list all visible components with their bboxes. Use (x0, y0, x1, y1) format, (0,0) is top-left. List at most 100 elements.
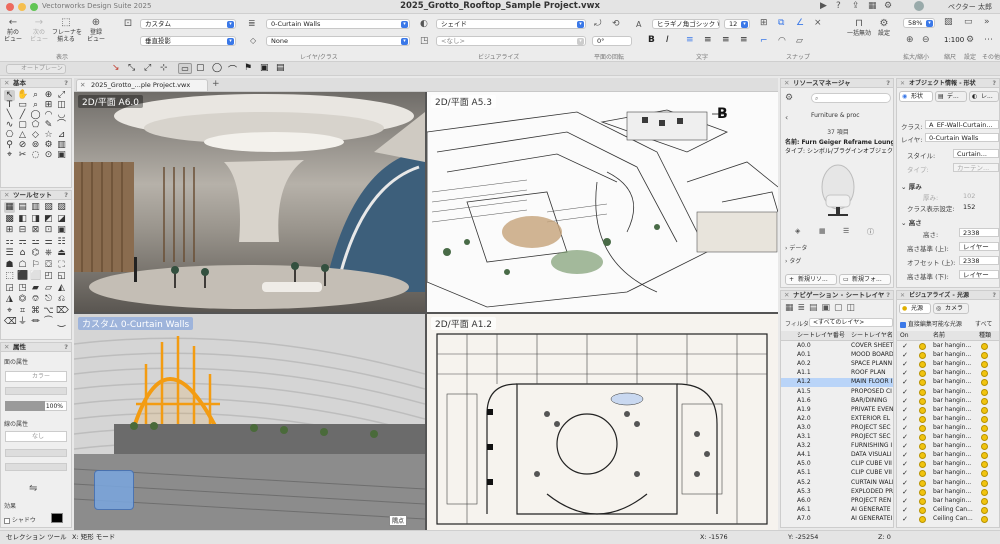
door-tool-icon[interactable]: ▤ (17, 202, 28, 213)
sheet-layer-row[interactable]: A0.2 SPACE PLANN (781, 360, 893, 369)
window-tool-icon[interactable]: ▥ (30, 202, 41, 213)
tab-render[interactable]: ◐ レ... (969, 91, 999, 102)
del-tool-icon[interactable]: ⌦ (56, 306, 69, 317)
height-section[interactable]: ⌄ 高さ (901, 217, 922, 227)
light-row[interactable]: ✓ bar hangin... (897, 360, 999, 369)
close-icon[interactable]: ✕ (4, 191, 9, 200)
data-section-toggle[interactable]: › データ (785, 243, 807, 252)
light-row[interactable]: ✓ bar hangin... (897, 388, 999, 397)
benzene-tool-icon[interactable]: ⏣ (17, 294, 28, 305)
black-tool-icon[interactable]: ⬛ (17, 271, 28, 282)
sheet-layer-row[interactable]: A7.0 AI GENERATEI (781, 515, 893, 524)
quad2-tool-icon[interactable]: ◱ (56, 271, 67, 282)
navigation-tab-icons[interactable]: ▦≣▤▣▢◫ (785, 303, 859, 313)
light-on-checkmark-icon[interactable]: ✓ (901, 479, 909, 488)
preferences-mode-icon[interactable]: ▤ (276, 63, 285, 73)
light-row[interactable]: ✓ bar hangin... (897, 479, 999, 488)
target-tool-icon[interactable]: ⌖ (4, 306, 15, 317)
offset-top-field[interactable]: 2338 (959, 256, 999, 265)
col-header-name[interactable]: シートレイヤ名 (851, 331, 893, 341)
register-view-button[interactable]: ⊕ 登録 ビュー (86, 17, 106, 43)
close-icon[interactable]: ✕ (4, 343, 9, 352)
gear-icon[interactable]: ⚙ (785, 93, 793, 103)
help-icon[interactable]: ? (886, 291, 890, 300)
align-justify-button[interactable]: ≡ (740, 35, 748, 45)
avatar[interactable] (914, 1, 924, 11)
plane-rotation-icon[interactable]: ⤾ (594, 19, 602, 29)
align-center-button[interactable]: ≡ (704, 35, 712, 45)
snap-grid-icon[interactable]: ⊞ (760, 18, 768, 28)
help-icon[interactable]: ? (993, 79, 996, 88)
other-icon[interactable]: ⋯ (984, 35, 993, 45)
light-on-checkmark-icon[interactable]: ✓ (901, 442, 909, 451)
col-header-type[interactable]: 種類 (979, 331, 991, 341)
arrowhead-icon[interactable]: ⇋ (29, 483, 37, 494)
ceiling-tool-icon[interactable]: ⊟ (17, 225, 28, 236)
light-row[interactable]: ✓ bar hangin... (897, 451, 999, 460)
close-tab-icon[interactable]: ✕ (80, 80, 85, 91)
elevation-tool-icon[interactable]: ⚌ (43, 237, 54, 248)
viewport-divider-horizontal[interactable] (74, 312, 778, 314)
layer-field[interactable]: 0-Curtain Walls (925, 133, 999, 142)
column-tool-icon[interactable]: ◧ (17, 214, 28, 225)
screen-mode-icon[interactable]: ▣ (260, 63, 269, 73)
resource-search-input[interactable]: ⌕ (811, 93, 891, 103)
camera-tool-icon[interactable]: ⚎ (17, 237, 28, 248)
settings-gear-icon[interactable]: ⚙ (966, 35, 974, 45)
list-view-icon[interactable]: ☰ (843, 227, 849, 235)
sheet-layer-row[interactable]: A5.0 CLIP CUBE VII (781, 460, 893, 469)
point-tool-icon[interactable]: ⊙ (43, 150, 54, 161)
flag-tool-icon[interactable]: ⚐ (30, 260, 41, 271)
help-icon[interactable]: ? (886, 79, 890, 88)
light-row[interactable]: ✓ bar hangin... (897, 378, 999, 387)
light-row[interactable]: ✓ bar hangin... (897, 497, 999, 506)
white-tool-icon[interactable]: ⬜ (30, 271, 41, 282)
sheet-layer-row[interactable]: A1.1 ROOF PLAN (781, 369, 893, 378)
option-tool-icon[interactable]: ⌥ (43, 306, 54, 317)
line-weight-swatch[interactable] (5, 463, 67, 471)
crosshair-tool-icon[interactable]: ⌖ (4, 150, 15, 161)
delete-tool-icon[interactable]: ⎌ (56, 294, 67, 305)
square-tool-icon[interactable]: ⛋ (43, 260, 54, 271)
share-icon[interactable]: ⇪ (852, 1, 860, 11)
viewport-floor-plan[interactable]: 2D/平面 A1.2 (427, 314, 778, 530)
plant-tool-icon[interactable]: ⊡ (43, 225, 54, 236)
dimension-tool-icon[interactable]: ☰ (4, 248, 15, 259)
show-all-toggle[interactable]: すべて (975, 319, 992, 328)
furniture-tool-icon[interactable]: ⊠ (30, 225, 41, 236)
light-on-checkmark-icon[interactable]: ✓ (901, 378, 909, 387)
light-row[interactable]: ✓ bar hangin... (897, 469, 999, 478)
close-icon[interactable]: ✕ (4, 79, 9, 88)
transform-mode-icon[interactable]: ⤢ (144, 63, 151, 73)
lounge-chair-preview[interactable] (813, 159, 863, 219)
line-color-swatch[interactable] (5, 449, 67, 457)
sheet-layer-row[interactable]: A1.5 PROPOSED CI (781, 388, 893, 397)
snap-object-icon[interactable]: ⧉ (778, 18, 784, 28)
eject-tool-icon[interactable]: ⏏ (56, 248, 67, 259)
back-icon[interactable]: ‹ (785, 113, 788, 122)
font-size-dropdown[interactable]: 12 ▾ (724, 19, 750, 29)
class-dropdown[interactable]: カスタム ▾ (140, 19, 236, 29)
sheet-layer-row[interactable]: A2.0 EXTERIOR EL (781, 415, 893, 424)
viewport-curtain-wall[interactable]: カスタム 0-Curtain Walls 隅点 (74, 314, 425, 530)
drawing-area[interactable]: 2D/平面 A6.0 2D/平面 A5.3 B カスタム 0-Curtain W… (74, 92, 778, 530)
tab-shape[interactable]: ◉ 形状 (899, 91, 933, 102)
tri2-tool-icon[interactable]: ◮ (4, 294, 15, 305)
selection-mode-icon[interactable]: ↘ (112, 63, 120, 73)
light-on-checkmark-icon[interactable]: ✓ (901, 406, 909, 415)
quad4-tool-icon[interactable]: ◳ (17, 283, 28, 294)
page-icon[interactable]: ▭ (964, 17, 973, 27)
polygon-mode-icon[interactable]: ▢ (196, 63, 205, 73)
sheet-layer-row[interactable]: A0.1 MOOD BOARD (781, 351, 893, 360)
symbol-icon[interactable]: ◈ (795, 227, 800, 235)
close-icon[interactable]: ✕ (900, 291, 905, 300)
sheet-layer-row[interactable]: A1.6 BAR/DINING (781, 397, 893, 406)
bar-tool-icon[interactable]: ▰ (30, 283, 41, 294)
viewport-render-lounge[interactable]: 2D/平面 A6.0 (74, 92, 425, 312)
shadow-color-swatch[interactable] (51, 513, 63, 523)
lasso-mode-icon[interactable]: ◯ (212, 63, 222, 73)
beam-tool-icon[interactable]: ◨ (30, 214, 41, 225)
rotate-mode-icon[interactable]: ⤡ (128, 63, 135, 73)
sheet-layer-row[interactable]: A3.1 PROJECT SEC (781, 433, 893, 442)
frame-tool-icon[interactable]: ⛶ (56, 260, 67, 271)
